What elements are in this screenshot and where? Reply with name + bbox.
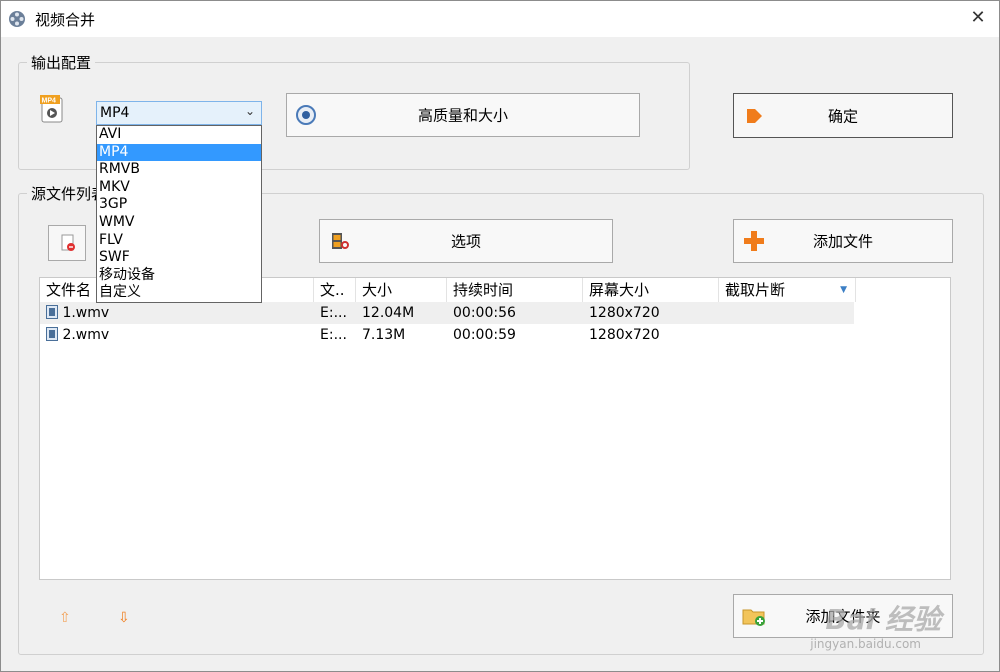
confirm-button[interactable]: 确定: [733, 93, 953, 138]
format-select-value: MP4: [100, 105, 130, 121]
output-config-label: 输出配置: [27, 52, 96, 73]
format-option-custom[interactable]: 自定义: [97, 284, 261, 302]
title-bar: 视频合并 ✕: [1, 1, 999, 37]
row-filename: 2.wmv: [40, 324, 314, 346]
options-button[interactable]: 选项: [319, 219, 613, 263]
format-option-3gp[interactable]: 3GP: [97, 196, 261, 214]
row-filename-text: 2.wmv: [62, 327, 110, 343]
file-list-table[interactable]: 文件名 文.. 大小 持续时间 屏幕大小 截取片断 ▼ 1.wmv E:... …: [39, 277, 951, 580]
remove-file-button[interactable]: [48, 225, 86, 261]
chevron-down-icon: ⌄: [244, 104, 255, 118]
format-select[interactable]: MP4 ⌄: [96, 101, 262, 125]
format-option-mkv[interactable]: MKV: [97, 179, 261, 197]
row-path: E:...: [320, 305, 347, 321]
quality-size-button[interactable]: 高质量和大小: [286, 93, 640, 137]
arrow-up-icon: ⇧: [59, 610, 71, 626]
row-filename: 1.wmv: [40, 302, 314, 324]
format-option-rmvb[interactable]: RMVB: [97, 161, 261, 179]
column-header-resolution[interactable]: 屏幕大小: [583, 278, 719, 302]
format-option-wmv[interactable]: WMV: [97, 214, 261, 232]
format-dropdown-list: AVI MP4 RMVB MKV 3GP WMV FLV SWF 移动设备 自定…: [96, 125, 262, 303]
row-resolution: 1280x720: [589, 305, 660, 321]
format-option-mp4[interactable]: MP4: [97, 143, 261, 162]
delete-file-icon: [61, 234, 75, 251]
column-header-clip-label: 截取片断: [725, 281, 786, 299]
video-file-icon: [46, 327, 58, 341]
column-header-size[interactable]: 大小: [356, 278, 447, 302]
video-file-icon: [46, 305, 58, 319]
format-option-mobile[interactable]: 移动设备: [97, 267, 261, 285]
row-resolution: 1280x720: [589, 327, 660, 343]
mp4-file-icon: MP4: [40, 95, 63, 123]
row-duration: 00:00:56: [453, 305, 516, 321]
move-down-button[interactable]: ⇩: [118, 610, 130, 626]
column-header-clip[interactable]: 截取片断 ▼: [719, 278, 856, 302]
add-file-button[interactable]: 添加文件: [733, 219, 953, 263]
move-up-button[interactable]: ⇧: [59, 610, 71, 626]
options-label: 选项: [450, 232, 481, 251]
row-duration: 00:00:59: [453, 327, 516, 343]
sort-down-icon: ▼: [840, 285, 847, 295]
window-title: 视频合并: [35, 11, 96, 29]
row-path: E:...: [320, 327, 347, 343]
table-row[interactable]: 1.wmv E:... 12.04M 00:00:56 1280x720: [40, 302, 854, 324]
row-size: 7.13M: [362, 327, 406, 343]
close-button[interactable]: ✕: [965, 5, 991, 31]
arrow-down-icon: ⇩: [118, 610, 130, 626]
video-merge-window: 视频合并 ✕ 输出配置 MP4 MP4 ⌄ AVI MP4 RMVB MKV 3…: [0, 0, 1000, 672]
mp4-icon-label: MP4: [42, 98, 57, 105]
column-header-path[interactable]: 文..: [314, 278, 356, 302]
format-option-swf[interactable]: SWF: [97, 249, 261, 267]
row-clip: [719, 302, 855, 324]
confirm-label: 确定: [827, 107, 858, 125]
film-reel-icon: [9, 11, 25, 27]
column-header-duration[interactable]: 持续时间: [447, 278, 583, 302]
row-filename-text: 1.wmv: [62, 305, 110, 321]
quality-size-label: 高质量和大小: [417, 106, 508, 125]
add-file-label: 添加文件: [812, 232, 873, 251]
add-folder-label: 添加文件夹: [805, 607, 881, 626]
row-size: 12.04M: [362, 305, 415, 321]
format-option-avi[interactable]: AVI: [97, 126, 261, 144]
row-clip: [719, 324, 855, 346]
format-option-flv[interactable]: FLV: [97, 232, 261, 250]
table-row[interactable]: 2.wmv E:... 7.13M 00:00:59 1280x720: [40, 324, 854, 346]
close-icon: ✕: [970, 7, 986, 28]
add-folder-button[interactable]: 添加文件夹: [733, 594, 953, 638]
